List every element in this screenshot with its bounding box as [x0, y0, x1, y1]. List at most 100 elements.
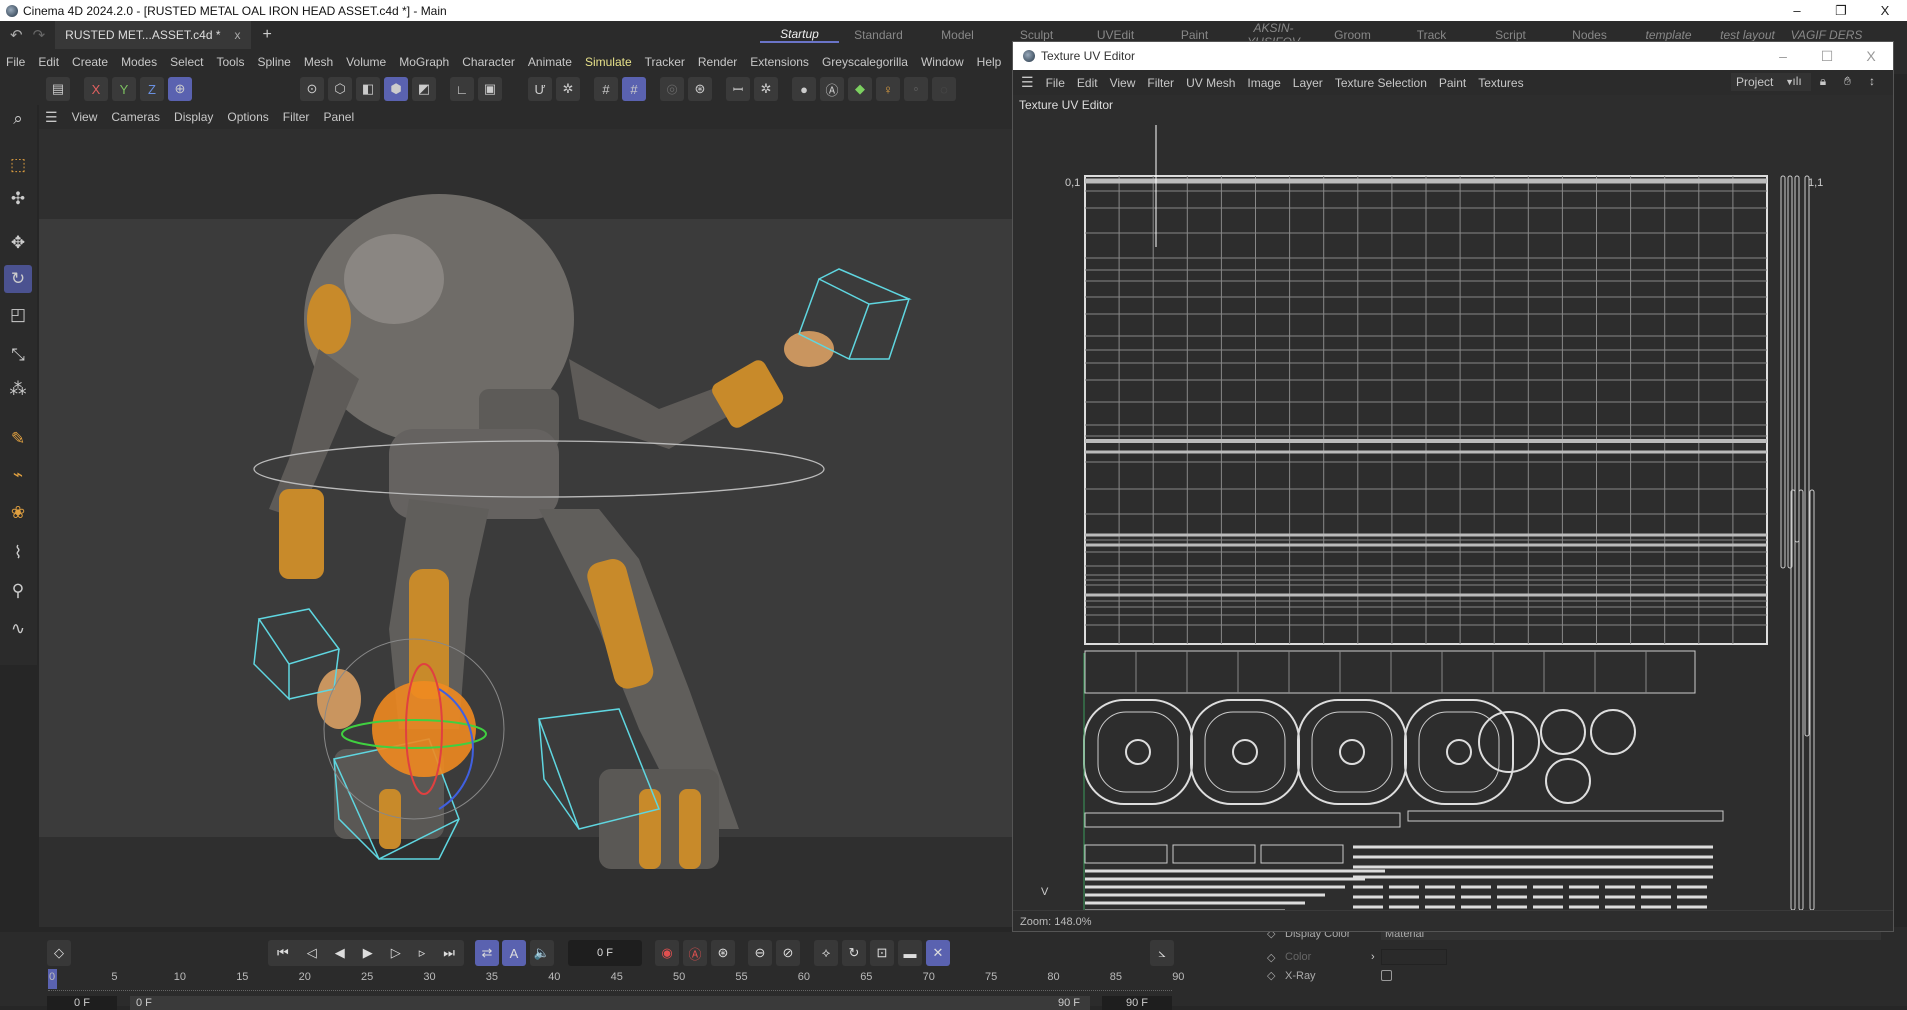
menu-spline[interactable]: Spline	[257, 55, 290, 69]
keyframe-diamond-icon[interactable]: ◇	[1267, 951, 1277, 964]
uv-menu-filter[interactable]: Filter	[1147, 76, 1174, 90]
key-settings-icon[interactable]: ⊛	[711, 940, 735, 966]
uv-menu-file[interactable]: File	[1046, 76, 1065, 90]
color-swatch[interactable]	[1381, 949, 1447, 965]
uv-menu-layer[interactable]: Layer	[1293, 76, 1323, 90]
polygons-mode-icon[interactable]: ◧	[356, 77, 380, 101]
menu-select[interactable]: Select	[170, 55, 203, 69]
snap-magnet-icon[interactable]: Ư	[528, 77, 552, 101]
scale-key-icon[interactable]: ⊘	[776, 940, 800, 966]
uv-maximize-button[interactable]: ☐	[1805, 42, 1849, 70]
coordinate-system-icon[interactable]: ⊕	[168, 77, 192, 101]
record-icon[interactable]: ◉	[655, 940, 679, 966]
layout-tab[interactable]: test layout	[1708, 28, 1787, 42]
layout-tab[interactable]: Standard	[839, 28, 918, 42]
menu-mograph[interactable]: MoGraph	[399, 55, 449, 69]
keyframe-diamond-icon[interactable]: ◇	[1267, 969, 1277, 982]
lock-icon[interactable]: 🔒︎	[1820, 74, 1826, 89]
search-icon[interactable]: ⌕	[4, 105, 32, 133]
add-tab-button[interactable]: +	[263, 26, 272, 44]
uv-canvas[interactable]: 0,11,10,01,0V	[1013, 95, 1893, 910]
symmetry-settings-icon[interactable]: ✲	[754, 77, 778, 101]
menu-help[interactable]: Help	[977, 55, 1002, 69]
menu-extensions[interactable]: Extensions	[750, 55, 809, 69]
next-frame-icon[interactable]: ▷	[391, 945, 401, 961]
workplane-icon[interactable]: #	[622, 77, 646, 101]
uv-menu-textures[interactable]: Textures	[1478, 76, 1523, 90]
viewport-menu-display[interactable]: Display	[174, 110, 213, 124]
cube-green-icon[interactable]: ◆	[848, 77, 872, 101]
previous-key-icon[interactable]: ◁	[307, 945, 317, 961]
autokey-record-icon[interactable]: Ⓐ	[683, 940, 707, 966]
end-frame-field[interactable]: 90 F	[1102, 996, 1172, 1010]
parameter-key-icon[interactable]: ⊡	[870, 940, 894, 966]
layout-tab[interactable]: Nodes	[1550, 28, 1629, 42]
motion-record-icon[interactable]: ⊖	[748, 940, 772, 966]
hamburger-menu-icon[interactable]: ☰	[45, 109, 58, 126]
layout-tab[interactable]: Model	[918, 28, 997, 42]
knife-icon[interactable]: ⚲	[4, 577, 32, 605]
redshift-icon[interactable]: Ⓐ	[820, 77, 844, 101]
redo-icon[interactable]: ↷	[33, 26, 46, 44]
lock-y-button[interactable]: Y	[112, 77, 136, 101]
hamburger-menu-icon[interactable]: ☰	[1021, 74, 1034, 91]
frame-range-slider[interactable]: 0 F 90 F	[130, 996, 1090, 1010]
undo-icon[interactable]: ↶	[10, 26, 23, 44]
uv-minimize-button[interactable]: –	[1761, 42, 1805, 70]
menu-mesh[interactable]: Mesh	[304, 55, 333, 69]
menu-greyscalegorilla[interactable]: Greyscalegorilla	[822, 55, 908, 69]
scale-icon[interactable]: ◰	[4, 301, 32, 329]
snap-settings-icon[interactable]: ✲	[556, 77, 580, 101]
edges-mode-icon[interactable]: ⬡	[328, 77, 352, 101]
layout-tab[interactable]: Track	[1392, 28, 1471, 42]
keyframe-icon[interactable]: ◇	[47, 940, 71, 966]
spline-pen-icon[interactable]: ✎	[4, 425, 32, 453]
menu-modes[interactable]: Modes	[121, 55, 157, 69]
menu-tools[interactable]: Tools	[216, 55, 244, 69]
layout-tab[interactable]: Sculpt	[997, 28, 1076, 42]
lock-z-button[interactable]: Z	[140, 77, 164, 101]
uv-menu-texture-selection[interactable]: Texture Selection	[1335, 76, 1427, 90]
light-icon[interactable]: ♀	[876, 77, 900, 101]
3d-viewport[interactable]	[39, 129, 1012, 927]
symmetry-icon[interactable]: ꟷ	[726, 77, 750, 101]
lock-x-button[interactable]: X	[84, 77, 108, 101]
fcurve-icon[interactable]: ⦣	[1150, 940, 1174, 966]
viewport-menu-options[interactable]: Options	[227, 110, 268, 124]
menu-render[interactable]: Render	[698, 55, 737, 69]
autokey-icon[interactable]: A	[502, 940, 526, 966]
spline-draw-icon[interactable]: ⌁	[4, 461, 32, 489]
rotate-icon[interactable]: ↻	[4, 265, 32, 293]
go-to-end-icon[interactable]: ⏭	[443, 945, 455, 961]
position-key-icon[interactable]: ⟡	[814, 940, 838, 966]
viewport-menu-panel[interactable]: Panel	[323, 110, 354, 124]
move-view-icon[interactable]: ↕	[1869, 74, 1875, 89]
menu-window[interactable]: Window	[921, 55, 964, 69]
menu-file[interactable]: File	[6, 55, 25, 69]
menu-tracker[interactable]: Tracker	[645, 55, 685, 69]
grid-icon[interactable]: #	[594, 77, 618, 101]
hand-pan-icon[interactable]: ✋︎	[1844, 74, 1851, 89]
uv-close-button[interactable]: X	[1849, 42, 1893, 70]
sound-icon[interactable]: 🔈	[530, 940, 554, 966]
restore-button[interactable]: ❐	[1819, 0, 1863, 21]
viewport-menu-cameras[interactable]: Cameras	[111, 110, 160, 124]
layout-tab[interactable]: Startup	[760, 27, 839, 43]
uv-menu-paint[interactable]: Paint	[1439, 76, 1466, 90]
material-icon[interactable]: ●	[792, 77, 816, 101]
current-frame-field[interactable]: 0 F	[568, 940, 642, 966]
document-tab[interactable]: RUSTED MET...ASSET.c4d * x	[55, 21, 251, 49]
robot-model[interactable]	[39, 129, 1012, 927]
select-icon[interactable]: ⬚	[4, 151, 32, 179]
layout-tab[interactable]: Script	[1471, 28, 1550, 42]
layout-tab[interactable]: Paint	[1155, 28, 1234, 42]
paint-brush-icon[interactable]: ⌇	[4, 539, 32, 567]
layout-tab[interactable]: VAGIF DERS	[1787, 28, 1866, 42]
uv-menu-uv-mesh[interactable]: UV Mesh	[1186, 76, 1235, 90]
layout-tab[interactable]: Groom	[1313, 28, 1392, 42]
axis-icon[interactable]: ∟	[450, 77, 474, 101]
close-window-button[interactable]: X	[1863, 0, 1907, 21]
histogram-icon[interactable]: ılı	[1792, 74, 1801, 89]
move-icon[interactable]: ✥	[4, 229, 32, 257]
point-level-icon[interactable]: ✕	[926, 940, 950, 966]
